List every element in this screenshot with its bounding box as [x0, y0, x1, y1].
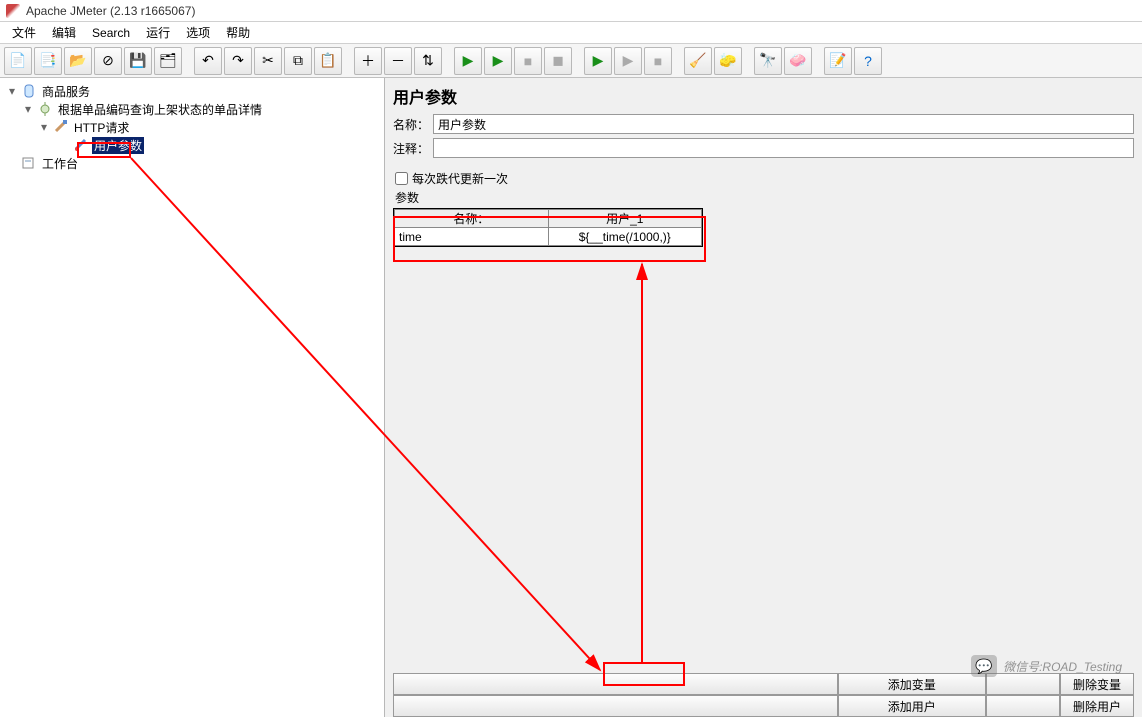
- reset-search-icon[interactable]: 🧼: [784, 47, 812, 75]
- close-icon[interactable]: ⊘: [94, 47, 122, 75]
- paste-icon[interactable]: 📋: [314, 47, 342, 75]
- undo-icon[interactable]: ↶: [194, 47, 222, 75]
- remote-start-icon[interactable]: ▶: [584, 47, 612, 75]
- tree-item-root[interactable]: ▾ 商品服务: [0, 82, 384, 100]
- menu-search[interactable]: Search: [84, 26, 138, 40]
- toggle-icon[interactable]: ⇅: [414, 47, 442, 75]
- menubar: 文件 编辑 Search 运行 选项 帮助: [0, 22, 1142, 44]
- cell-name[interactable]: time: [395, 228, 549, 246]
- params-table[interactable]: 名称： 用户_1 time ${__time(/1000,)}: [393, 208, 703, 247]
- threadgroup-icon: [36, 101, 54, 117]
- save-icon[interactable]: 💾: [124, 47, 152, 75]
- templates-icon[interactable]: 📑: [34, 47, 62, 75]
- clear-icon[interactable]: 🧹: [684, 47, 712, 75]
- cut-icon[interactable]: ✂: [254, 47, 282, 75]
- update-once-checkbox[interactable]: [395, 172, 408, 185]
- preprocessor-icon: [72, 137, 90, 153]
- expand-icon[interactable]: ＋: [354, 47, 382, 75]
- redo-icon[interactable]: ↷: [224, 47, 252, 75]
- sampler-icon: [52, 119, 70, 135]
- tree-label: HTTP请求: [72, 119, 131, 136]
- start-icon[interactable]: ▶: [454, 47, 482, 75]
- help-icon[interactable]: ?: [854, 47, 882, 75]
- wechat-icon: 💬: [971, 655, 997, 677]
- panel-heading: 用户参数: [393, 84, 1134, 108]
- search-tool-icon[interactable]: 🔭: [754, 47, 782, 75]
- remote-start-all-icon[interactable]: ▶: [614, 47, 642, 75]
- save-as-icon[interactable]: 🗂: [154, 47, 182, 75]
- menu-file[interactable]: 文件: [4, 24, 44, 41]
- titlebar: Apache JMeter (2.13 r1665067): [0, 0, 1142, 22]
- tree-item-workbench[interactable]: · 工作台: [0, 154, 384, 172]
- tree-label: 根据单品编码查询上架状态的单品详情: [56, 101, 264, 118]
- tree-label: 工作台: [40, 155, 80, 172]
- menu-run[interactable]: 运行: [138, 24, 178, 41]
- watermark: 💬 微信号:ROAD_Testing: [971, 655, 1122, 677]
- menu-options[interactable]: 选项: [178, 24, 218, 41]
- app-logo-icon: [6, 4, 20, 18]
- tree-item-userparams[interactable]: · 用户参数: [0, 136, 384, 154]
- col-user-header: 用户_1: [548, 210, 702, 228]
- collapse-toggle-icon[interactable]: ▾: [6, 84, 18, 98]
- menu-edit[interactable]: 编辑: [44, 24, 84, 41]
- add-var-button[interactable]: 添加变量: [838, 673, 986, 695]
- name-input[interactable]: [433, 114, 1134, 134]
- add-user-button[interactable]: 添加用户: [838, 695, 986, 717]
- watermark-text: 微信号:ROAD_Testing: [1003, 658, 1122, 675]
- window-title: Apache JMeter (2.13 r1665067): [26, 4, 195, 18]
- clear-all-icon[interactable]: 🧽: [714, 47, 742, 75]
- menu-help[interactable]: 帮助: [218, 24, 258, 41]
- start-no-timers-icon[interactable]: ▶: [484, 47, 512, 75]
- remote-stop-icon[interactable]: ■: [644, 47, 672, 75]
- collapse-toggle-icon[interactable]: ▾: [38, 120, 50, 134]
- comment-label: 注释：: [393, 140, 429, 157]
- testplan-icon: [20, 83, 38, 99]
- tree-item-http[interactable]: ▾ HTTP请求: [0, 118, 384, 136]
- toolbar: 📄 📑 📂 ⊘ 💾 🗂 ↶ ↷ ✂ ⧉ 📋 ＋ － ⇅ ▶ ▶ ■ ◼ ▶ ▶ …: [0, 44, 1142, 78]
- tree-item-thread[interactable]: ▾ 根据单品编码查询上架状态的单品详情: [0, 100, 384, 118]
- col-name-header: 名称：: [395, 210, 549, 228]
- tree-label: 用户参数: [92, 137, 144, 154]
- table-row[interactable]: time ${__time(/1000,)}: [395, 228, 702, 246]
- shutdown-icon[interactable]: ◼: [544, 47, 572, 75]
- del-user-button[interactable]: 删除用户: [1060, 695, 1134, 717]
- params-label: 参数: [395, 189, 1134, 206]
- new-icon[interactable]: 📄: [4, 47, 32, 75]
- checkbox-label: 每次跌代更新一次: [412, 170, 508, 187]
- collapse-icon[interactable]: －: [384, 47, 412, 75]
- cell-value[interactable]: ${__time(/1000,)}: [548, 228, 702, 246]
- function-helper-icon[interactable]: 📝: [824, 47, 852, 75]
- copy-icon[interactable]: ⧉: [284, 47, 312, 75]
- open-icon[interactable]: 📂: [64, 47, 92, 75]
- comment-input[interactable]: [433, 138, 1134, 158]
- collapse-toggle-icon[interactable]: ▾: [22, 102, 34, 116]
- workbench-icon: [20, 155, 38, 171]
- stop-icon[interactable]: ■: [514, 47, 542, 75]
- tree-label: 商品服务: [40, 83, 92, 100]
- editor-panel: 用户参数 名称： 注释： 每次跌代更新一次 参数 名称： 用户_1 time $…: [385, 78, 1142, 717]
- name-label: 名称：: [393, 116, 429, 133]
- tree-panel: ▾ 商品服务 ▾ 根据单品编码查询上架状态的单品详情 ▾ HTTP请求 · 用户…: [0, 78, 385, 717]
